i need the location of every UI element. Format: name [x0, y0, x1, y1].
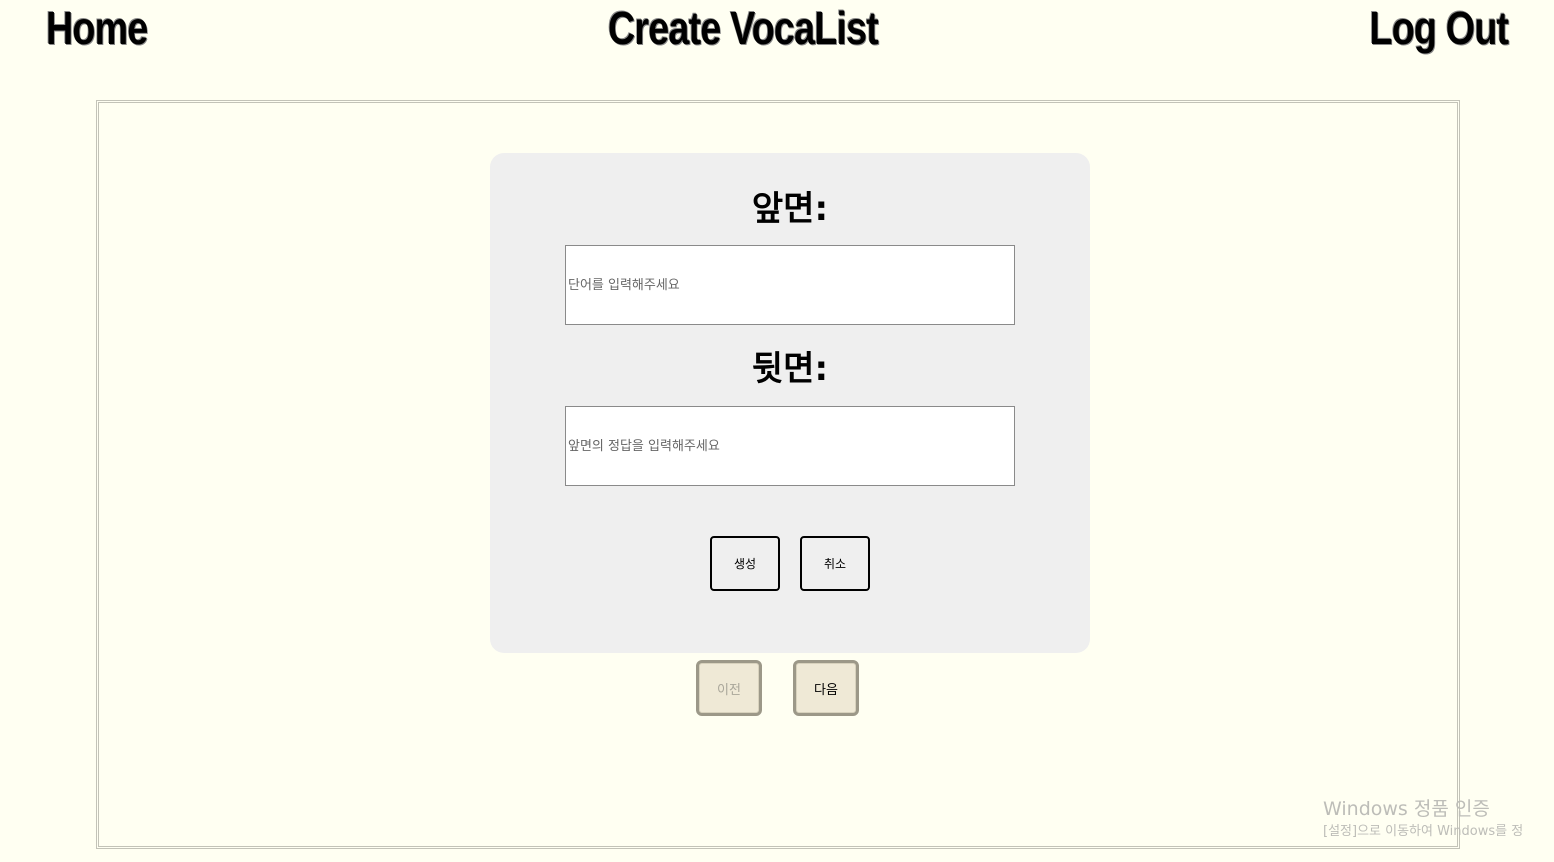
front-label: 앞면:	[751, 189, 829, 229]
cancel-button[interactable]: 취소	[800, 536, 870, 591]
flashcard-form: 앞면: 뒷면: 생성 취소	[490, 153, 1090, 653]
watermark-title: Windows 정품 인증	[1323, 798, 1490, 820]
front-input[interactable]	[565, 245, 1015, 325]
back-input[interactable]	[565, 406, 1015, 486]
nav-home-link[interactable]: Home	[46, 2, 148, 54]
windows-activation-watermark: Windows 정품 인증 [설정]으로 이동하여 Windows를 정	[1323, 796, 1523, 842]
create-button[interactable]: 생성	[710, 536, 780, 591]
watermark-subtitle: [설정]으로 이동하여 Windows를 정	[1323, 824, 1524, 839]
back-label: 뒷면:	[751, 349, 829, 389]
prev-button[interactable]: 이전	[696, 660, 762, 716]
next-button[interactable]: 다음	[793, 660, 859, 716]
nav-logout-link[interactable]: Log Out	[1369, 2, 1509, 54]
page-title: Create VocaList	[608, 2, 879, 54]
